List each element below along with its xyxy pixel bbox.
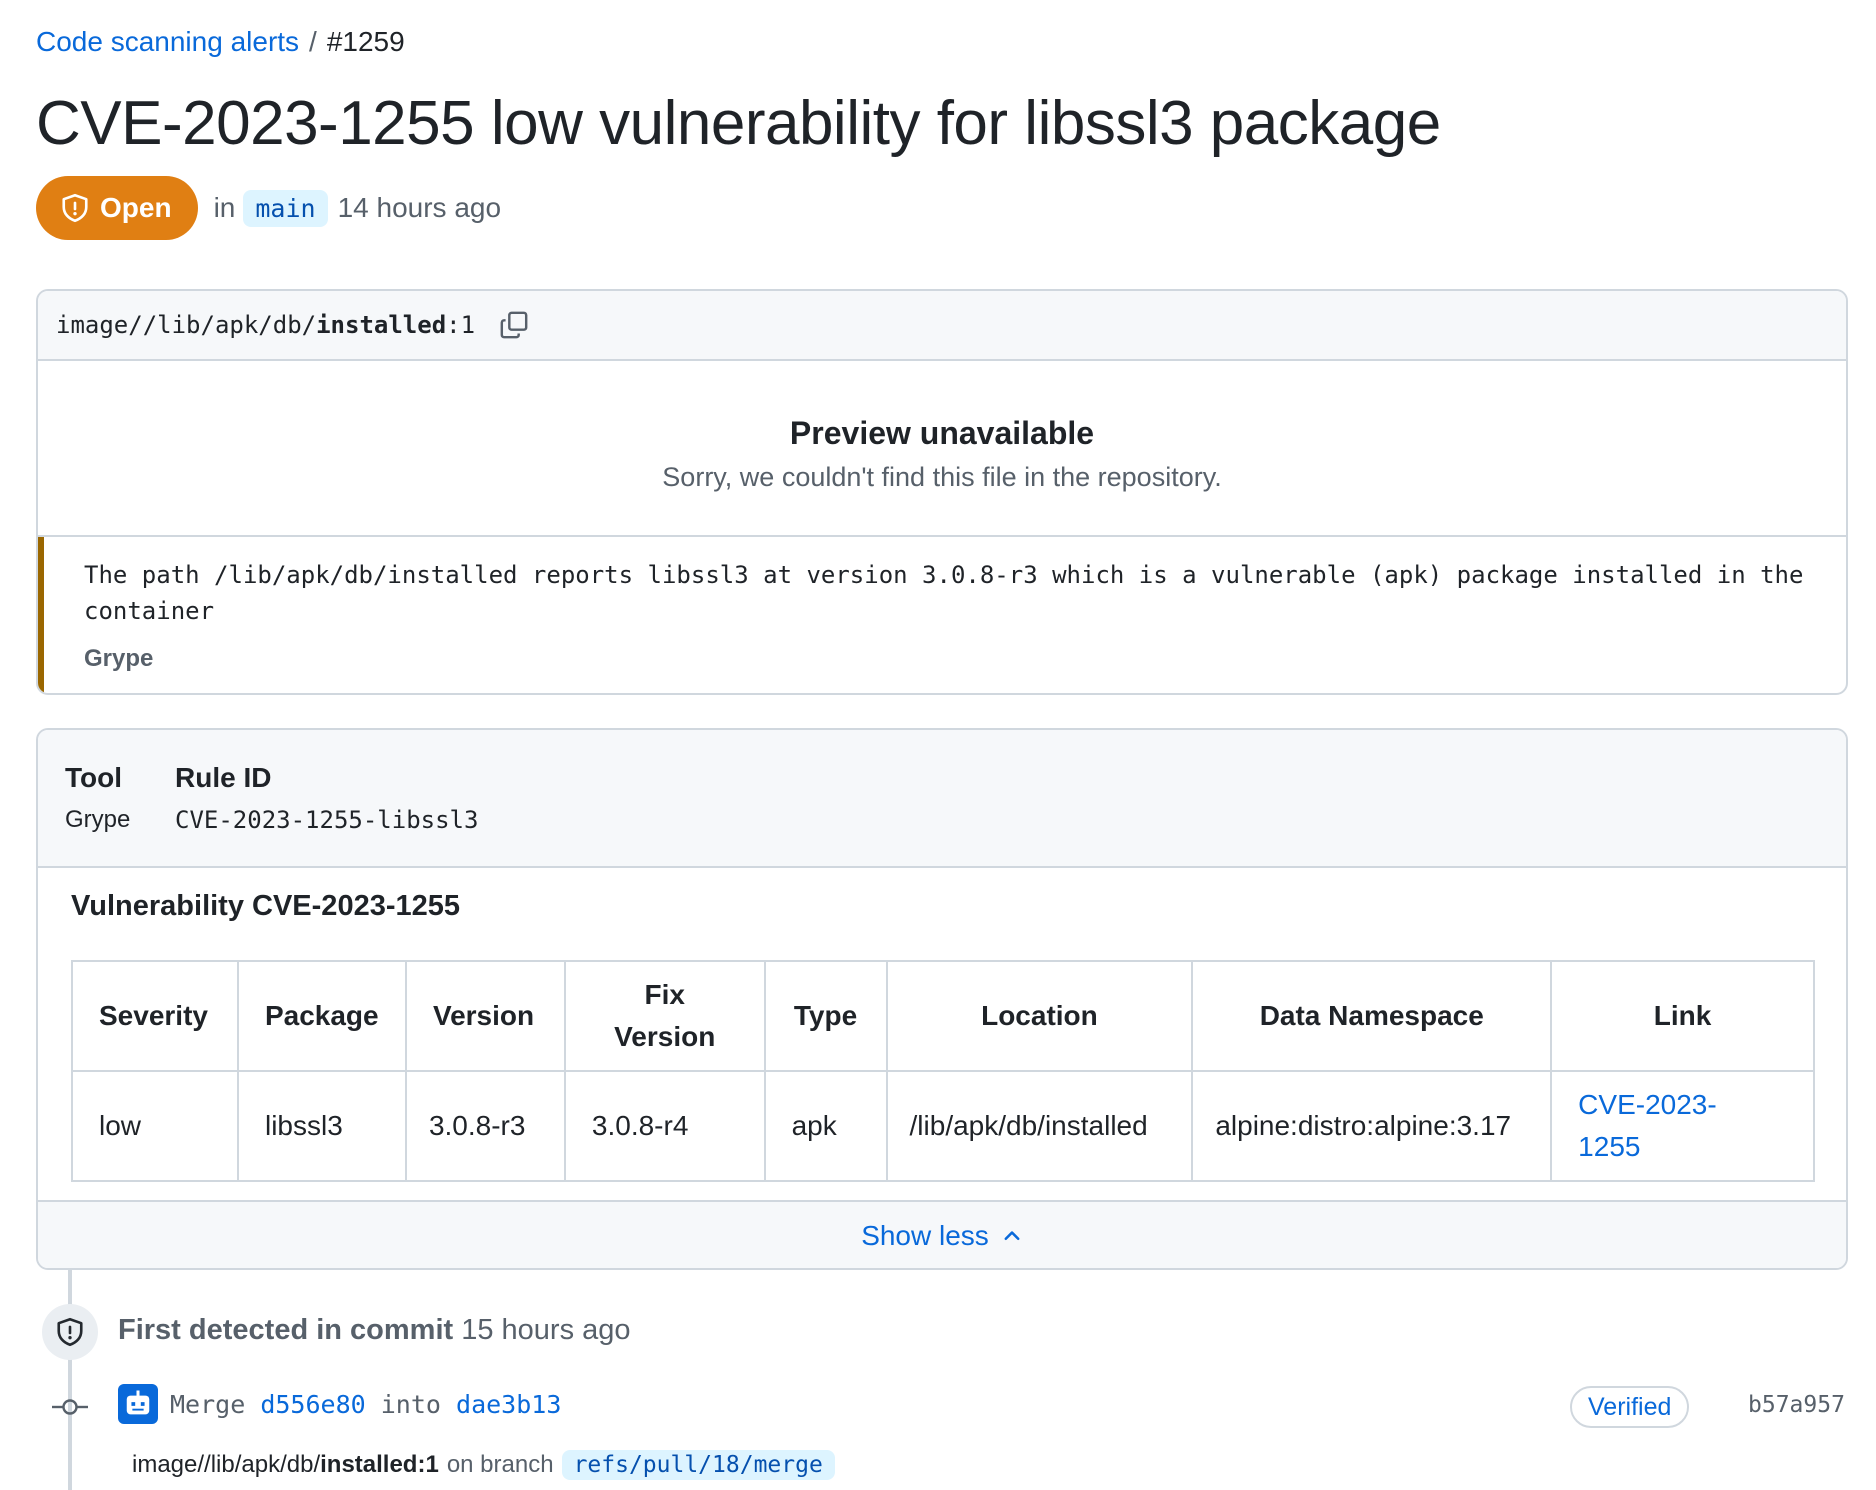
preview-panel: Preview unavailable Sorry, we couldn't f…: [38, 361, 1846, 537]
copy-icon: [500, 311, 528, 339]
first-detected-label: First detected in commit: [118, 1314, 454, 1346]
column-header: Location: [885, 960, 1194, 1072]
fix-version-cell: 3.0.8-r4: [563, 1070, 766, 1182]
type-cell: apk: [763, 1070, 888, 1182]
file-path-prefix: image//lib/apk/db/: [56, 311, 317, 339]
rule-id-label: Rule ID: [175, 762, 272, 793]
rule-info-header: Tool Grype Rule ID CVE-2023-1255-libssl3: [38, 730, 1846, 868]
table-header-row: Severity Package Version Fix Version Typ…: [71, 960, 1815, 1072]
file-path-line: :1: [446, 311, 476, 339]
commit-path-prefix: image//lib/apk/db/: [132, 1451, 321, 1478]
location-cell: /lib/apk/db/installed: [885, 1070, 1194, 1182]
commit-from-link[interactable]: d556e80: [260, 1390, 365, 1419]
link-cell: CVE-2023-1255: [1550, 1070, 1815, 1182]
tool-label: Tool: [65, 762, 123, 793]
timeline-shield-badge: [42, 1304, 98, 1360]
alert-tool-name: Grype: [84, 645, 154, 672]
column-header: Type: [763, 960, 888, 1072]
first-detected-time: 15 hours ago: [461, 1314, 631, 1346]
copy-path-button[interactable]: [497, 308, 531, 342]
breadcrumb-separator: /: [309, 26, 317, 57]
column-header: Severity: [71, 960, 239, 1072]
page-title: CVE-2023-1255 low vulnerability for libs…: [36, 89, 1441, 158]
status-badge: Open: [36, 176, 198, 240]
file-path-name: installed: [316, 311, 447, 339]
bot-avatar[interactable]: [118, 1384, 158, 1424]
cve-link[interactable]: CVE-2023-1255: [1578, 1084, 1738, 1168]
branch-chip[interactable]: main: [243, 189, 328, 227]
preview-title: Preview unavailable: [789, 415, 1095, 451]
status-time: 14 hours ago: [337, 192, 502, 223]
column-header: Data Namespace: [1191, 960, 1553, 1072]
ref-branch-chip[interactable]: refs/pull/18/merge: [561, 1450, 835, 1480]
commit-path-row: image//lib/apk/db/installed:1 on branch …: [132, 1450, 835, 1480]
tool-column: Tool Grype: [65, 762, 130, 834]
chevron-up-icon: [1004, 1231, 1020, 1240]
verified-badge[interactable]: Verified: [1570, 1386, 1690, 1428]
show-less-label: Show less: [861, 1220, 989, 1251]
rule-id-value: CVE-2023-1255-libssl3: [175, 806, 479, 834]
table-row: low libssl3 3.0.8-r3 3.0.8-r4 apk /lib/a…: [71, 1070, 1815, 1182]
vulnerability-heading: Vulnerability CVE-2023-1255: [71, 890, 460, 922]
shield-alert-icon: [62, 193, 88, 223]
robot-icon: [126, 1390, 150, 1415]
commit-sha-link[interactable]: b57a957: [1748, 1392, 1845, 1418]
show-less-button[interactable]: Show less: [38, 1200, 1846, 1268]
git-commit-icon: [50, 1394, 90, 1420]
column-header: Fix Version: [563, 960, 766, 1072]
version-cell: 3.0.8-r3: [404, 1070, 566, 1182]
status-label: Open: [100, 192, 172, 223]
alert-message-text: The path /lib/apk/db/installed reports l…: [84, 561, 1804, 625]
status-in-text: in: [213, 192, 236, 223]
status-row: Open in main 14 hours ago: [36, 176, 501, 240]
rule-id-column: Rule ID CVE-2023-1255-libssl3: [175, 762, 478, 834]
breadcrumb-code-scanning-link[interactable]: Code scanning alerts: [36, 26, 299, 58]
commit-into-word: into: [380, 1390, 441, 1419]
breadcrumb-current: #1259: [326, 26, 405, 57]
column-header: Package: [236, 960, 407, 1072]
commit-message: Merge d556e80 into dae3b13: [170, 1390, 561, 1419]
file-path-header: image//lib/apk/db/installed:1: [38, 291, 1846, 361]
commit-to-link[interactable]: dae3b13: [456, 1390, 561, 1419]
timeline-line: [68, 1270, 72, 1490]
vulnerability-table: Severity Package Version Fix Version Typ…: [71, 960, 1815, 1182]
severity-cell: low: [71, 1070, 239, 1182]
on-branch-text: on branch: [446, 1451, 554, 1478]
package-cell: libssl3: [236, 1070, 407, 1182]
preview-subtitle: Sorry, we couldn't find this file in the…: [662, 462, 1222, 492]
commit-path-file: installed:1: [320, 1451, 439, 1478]
column-header: Link: [1550, 960, 1815, 1072]
breadcrumb: Code scanning alerts / #1259: [36, 26, 405, 58]
alert-message: The path /lib/apk/db/installed reports l…: [38, 537, 1846, 693]
shield-alert-icon: [57, 1317, 83, 1347]
tool-value: Grype: [65, 806, 131, 833]
first-detected-text: First detected in commit 15 hours ago: [118, 1314, 631, 1347]
commit-path[interactable]: image//lib/apk/db/installed:1: [132, 1451, 439, 1479]
data-namespace-cell: alpine:distro:alpine:3.17: [1191, 1070, 1553, 1182]
code-location-card: image//lib/apk/db/installed:1 Preview un…: [36, 289, 1848, 695]
rule-info-body: Vulnerability CVE-2023-1255 Severity Pac…: [38, 868, 1846, 1200]
column-header: Version: [404, 960, 566, 1072]
commit-merge-word: Merge: [170, 1390, 246, 1419]
rule-info-card: Tool Grype Rule ID CVE-2023-1255-libssl3…: [36, 728, 1848, 1270]
